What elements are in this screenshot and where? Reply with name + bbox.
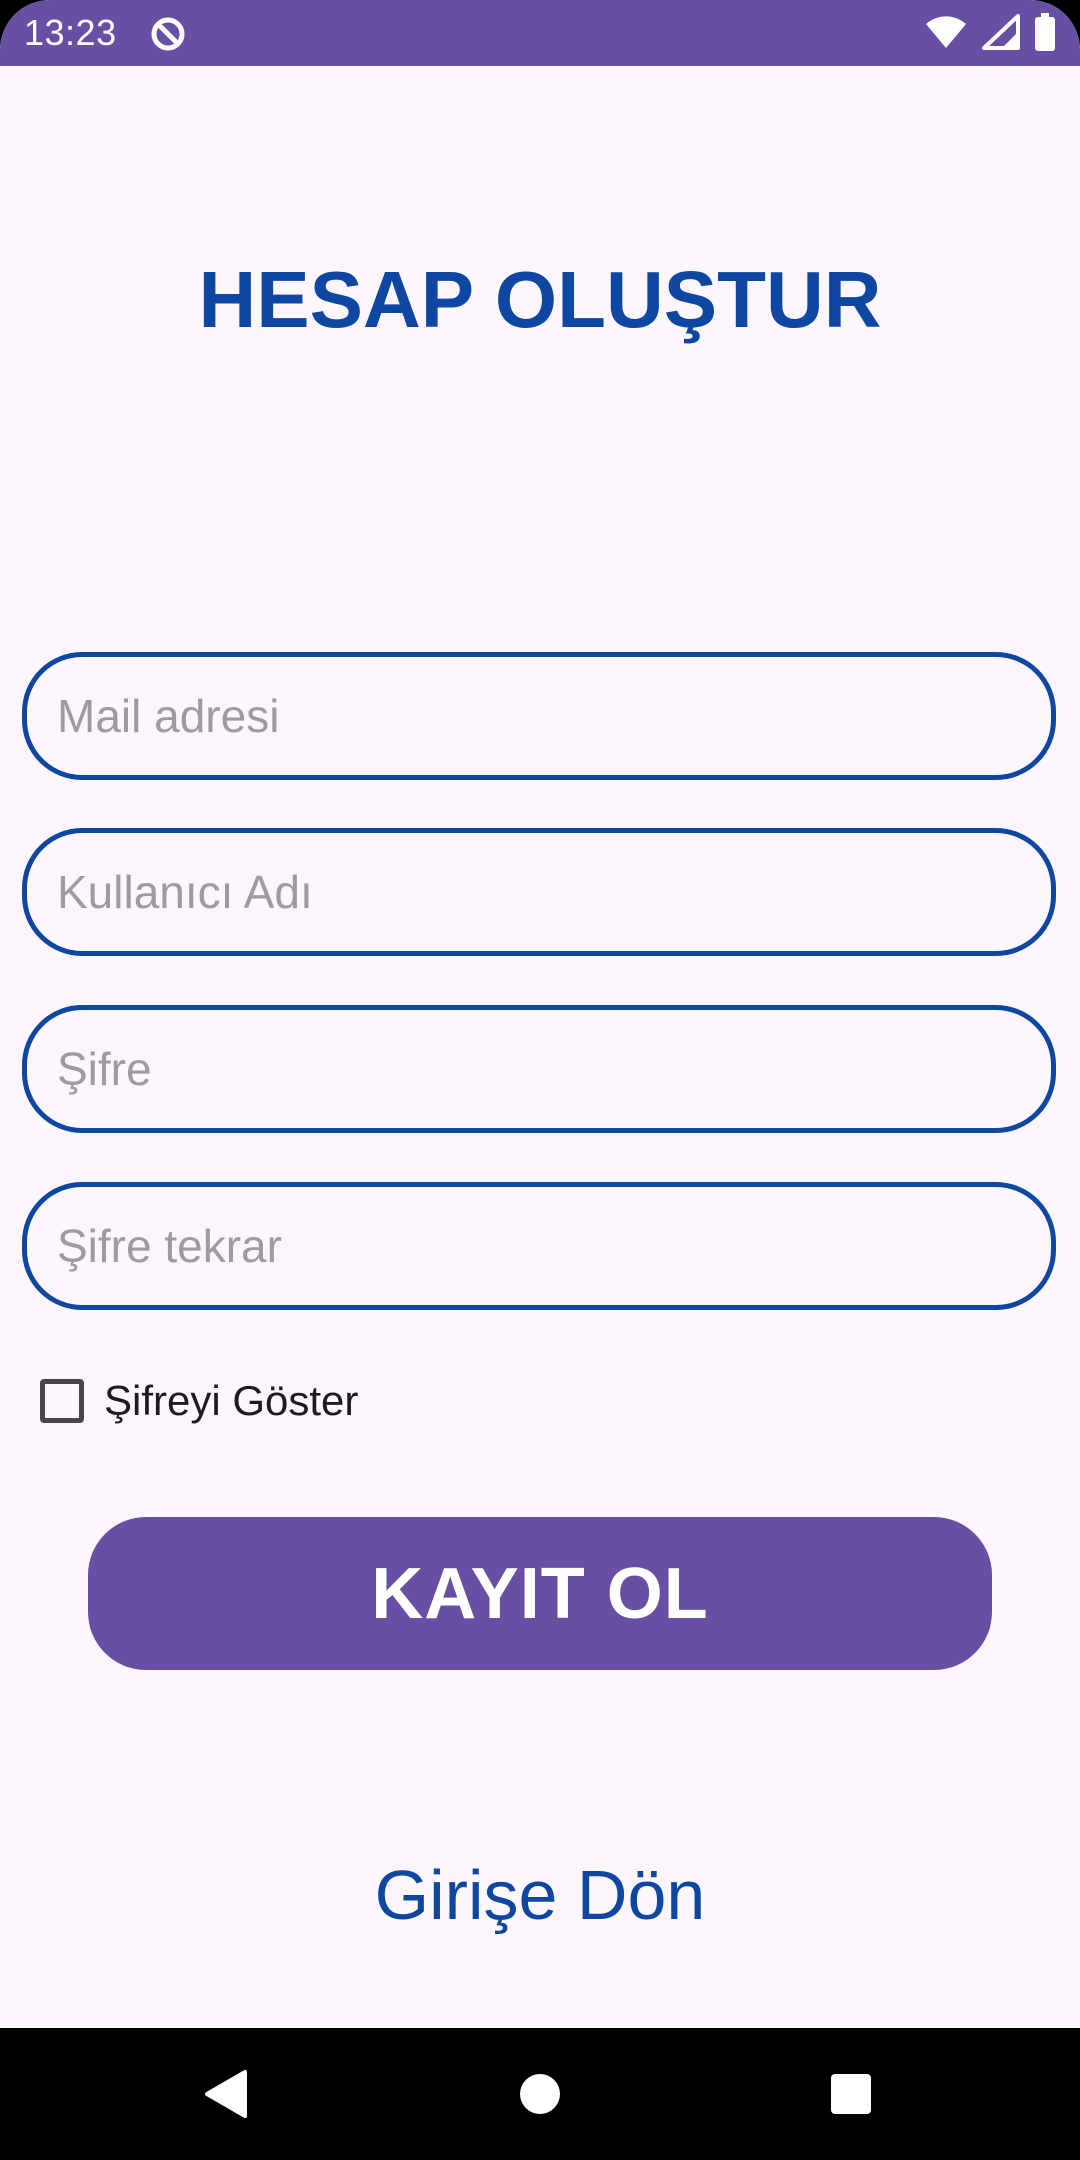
page-title: HESAP OLUŞTUR [198, 255, 882, 344]
back-icon[interactable] [186, 2054, 266, 2134]
cellular-signal-icon [982, 13, 1020, 55]
back-to-login-link[interactable]: Girişe Dön [0, 1852, 1080, 1938]
show-password-checkbox[interactable] [40, 1379, 84, 1423]
status-time: 13:23 [24, 12, 117, 53]
status-bar: 13:23 [0, 0, 1080, 66]
register-screen: 13:23 HESAP OLUŞTUR Mail adresi Kullanıc… [0, 0, 1080, 2160]
data-saver-icon [148, 14, 188, 54]
battery-icon [1034, 12, 1056, 56]
status-icons [924, 12, 1056, 56]
show-password-checkbox-row[interactable]: Şifreyi Göster [40, 1374, 358, 1428]
register-button[interactable]: KAYIT OL [88, 1517, 992, 1670]
email-input[interactable] [22, 652, 1056, 780]
wifi-icon [924, 14, 968, 55]
navigation-bar [0, 2028, 1080, 2160]
recents-icon[interactable] [811, 2054, 891, 2134]
home-icon[interactable] [500, 2054, 580, 2134]
show-password-label: Şifreyi Göster [104, 1377, 359, 1424]
password-input[interactable] [22, 1005, 1056, 1133]
password-repeat-input[interactable] [22, 1182, 1056, 1310]
username-input[interactable] [22, 828, 1056, 956]
